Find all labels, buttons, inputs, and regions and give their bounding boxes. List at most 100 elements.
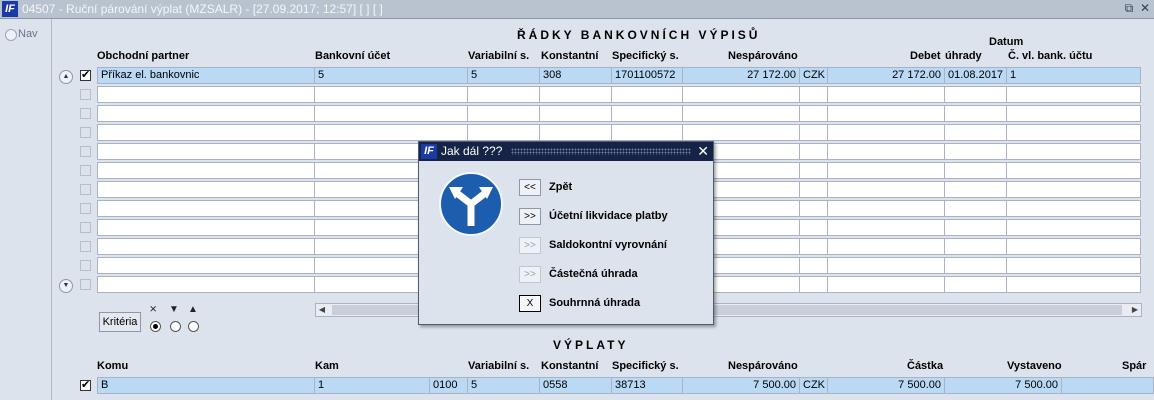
empty-cell[interactable] xyxy=(314,105,468,122)
empty-cell[interactable] xyxy=(1006,219,1141,236)
empty-cell[interactable] xyxy=(799,143,828,160)
empty-cell[interactable] xyxy=(827,124,945,141)
option-button-3[interactable]: >> xyxy=(519,266,541,283)
option-button-0[interactable]: << xyxy=(519,179,541,196)
cell-unpaired[interactable]: 7 500.00 xyxy=(682,377,800,394)
empty-cell[interactable] xyxy=(539,86,612,103)
option-button-4[interactable]: X xyxy=(519,295,541,312)
empty-cell[interactable] xyxy=(467,124,540,141)
row-checkbox[interactable] xyxy=(80,68,91,81)
cell-amount[interactable]: 7 500.00 xyxy=(827,377,945,394)
cell-specific[interactable]: 38713 xyxy=(611,377,683,394)
empty-cell[interactable] xyxy=(1006,86,1141,103)
empty-cell[interactable] xyxy=(682,124,800,141)
row-checkbox[interactable] xyxy=(80,127,91,138)
empty-cell[interactable] xyxy=(539,124,612,141)
empty-cell[interactable] xyxy=(1006,257,1141,274)
cell-own_account[interactable]: 1 xyxy=(1006,67,1141,84)
cell-date[interactable]: 01.08.2017 xyxy=(944,67,1007,84)
empty-cell[interactable] xyxy=(827,162,945,179)
empty-cell[interactable] xyxy=(1006,181,1141,198)
empty-cell[interactable] xyxy=(611,86,683,103)
empty-cell[interactable] xyxy=(944,200,1007,217)
sort-radio-desc[interactable] xyxy=(170,321,181,332)
row-checkbox[interactable] xyxy=(80,241,91,252)
empty-cell[interactable] xyxy=(1006,143,1141,160)
cell-to[interactable]: B xyxy=(97,377,315,394)
empty-cell[interactable] xyxy=(97,200,315,217)
empty-cell[interactable] xyxy=(827,143,945,160)
empty-cell[interactable] xyxy=(827,276,945,293)
empty-cell[interactable] xyxy=(799,86,828,103)
empty-cell[interactable] xyxy=(827,257,945,274)
empty-cell[interactable] xyxy=(682,105,800,122)
empty-cell[interactable] xyxy=(539,105,612,122)
row-checkbox[interactable] xyxy=(80,378,91,391)
scroll-right-icon[interactable]: ▶ xyxy=(1129,304,1141,316)
empty-cell[interactable] xyxy=(97,257,315,274)
empty-cell[interactable] xyxy=(944,124,1007,141)
empty-cell[interactable] xyxy=(97,181,315,198)
dialog-close-icon[interactable]: ✕ xyxy=(697,143,709,159)
cell-partner[interactable]: Příkaz el. bankovnic xyxy=(97,67,315,84)
empty-cell[interactable] xyxy=(799,257,828,274)
cell-variable[interactable]: 5 xyxy=(467,67,540,84)
scroll-up-icon[interactable]: ▲ xyxy=(59,70,73,84)
empty-cell[interactable] xyxy=(682,86,800,103)
row-checkbox[interactable] xyxy=(80,165,91,176)
row-checkbox[interactable] xyxy=(80,203,91,214)
scroll-down-icon[interactable]: ▼ xyxy=(59,279,73,293)
cell-specific[interactable]: 1701100572 xyxy=(611,67,683,84)
empty-cell[interactable] xyxy=(944,181,1007,198)
row-checkbox[interactable] xyxy=(80,279,91,290)
empty-cell[interactable] xyxy=(97,86,315,103)
empty-cell[interactable] xyxy=(1006,124,1141,141)
dialog-drag-handle[interactable] xyxy=(511,148,691,155)
empty-cell[interactable] xyxy=(944,238,1007,255)
empty-cell[interactable] xyxy=(97,162,315,179)
row-checkbox[interactable] xyxy=(80,89,91,100)
cell-currency[interactable]: CZK xyxy=(799,377,828,394)
empty-cell[interactable] xyxy=(1006,162,1141,179)
empty-cell[interactable] xyxy=(799,105,828,122)
empty-cell[interactable] xyxy=(97,143,315,160)
close-icon[interactable]: ✕ xyxy=(1138,1,1152,15)
row-checkbox[interactable] xyxy=(80,222,91,233)
option-button-2[interactable]: >> xyxy=(519,237,541,254)
empty-cell[interactable] xyxy=(1006,276,1141,293)
row-checkbox[interactable] xyxy=(80,146,91,157)
empty-cell[interactable] xyxy=(827,86,945,103)
empty-cell[interactable] xyxy=(1006,105,1141,122)
empty-cell[interactable] xyxy=(799,238,828,255)
empty-cell[interactable] xyxy=(314,124,468,141)
cell-bank_code[interactable]: 0100 xyxy=(429,377,468,394)
cell-unpaired[interactable]: 27 172.00 xyxy=(682,67,800,84)
empty-cell[interactable] xyxy=(799,181,828,198)
nav-radio[interactable] xyxy=(5,29,17,41)
empty-cell[interactable] xyxy=(827,238,945,255)
cell-constant[interactable]: 308 xyxy=(539,67,612,84)
cell-constant[interactable]: 0558 xyxy=(539,377,612,394)
empty-cell[interactable] xyxy=(467,105,540,122)
scroll-left-icon[interactable]: ◀ xyxy=(316,304,328,316)
empty-cell[interactable] xyxy=(944,86,1007,103)
empty-cell[interactable] xyxy=(827,200,945,217)
empty-cell[interactable] xyxy=(97,105,315,122)
cell-currency[interactable]: CZK xyxy=(799,67,828,84)
empty-cell[interactable] xyxy=(97,238,315,255)
restore-window-icon[interactable]: ⧉ xyxy=(1122,1,1136,15)
empty-cell[interactable] xyxy=(799,124,828,141)
criteria-button[interactable]: Kritéria xyxy=(99,312,141,332)
empty-cell[interactable] xyxy=(1006,200,1141,217)
empty-cell[interactable] xyxy=(944,219,1007,236)
empty-cell[interactable] xyxy=(944,257,1007,274)
empty-cell[interactable] xyxy=(944,143,1007,160)
empty-cell[interactable] xyxy=(944,276,1007,293)
empty-cell[interactable] xyxy=(799,200,828,217)
empty-cell[interactable] xyxy=(799,276,828,293)
cell-account[interactable]: 5 xyxy=(314,67,468,84)
sort-radio-none[interactable] xyxy=(150,321,161,332)
option-button-1[interactable]: >> xyxy=(519,208,541,225)
empty-cell[interactable] xyxy=(1006,238,1141,255)
empty-cell[interactable] xyxy=(97,219,315,236)
